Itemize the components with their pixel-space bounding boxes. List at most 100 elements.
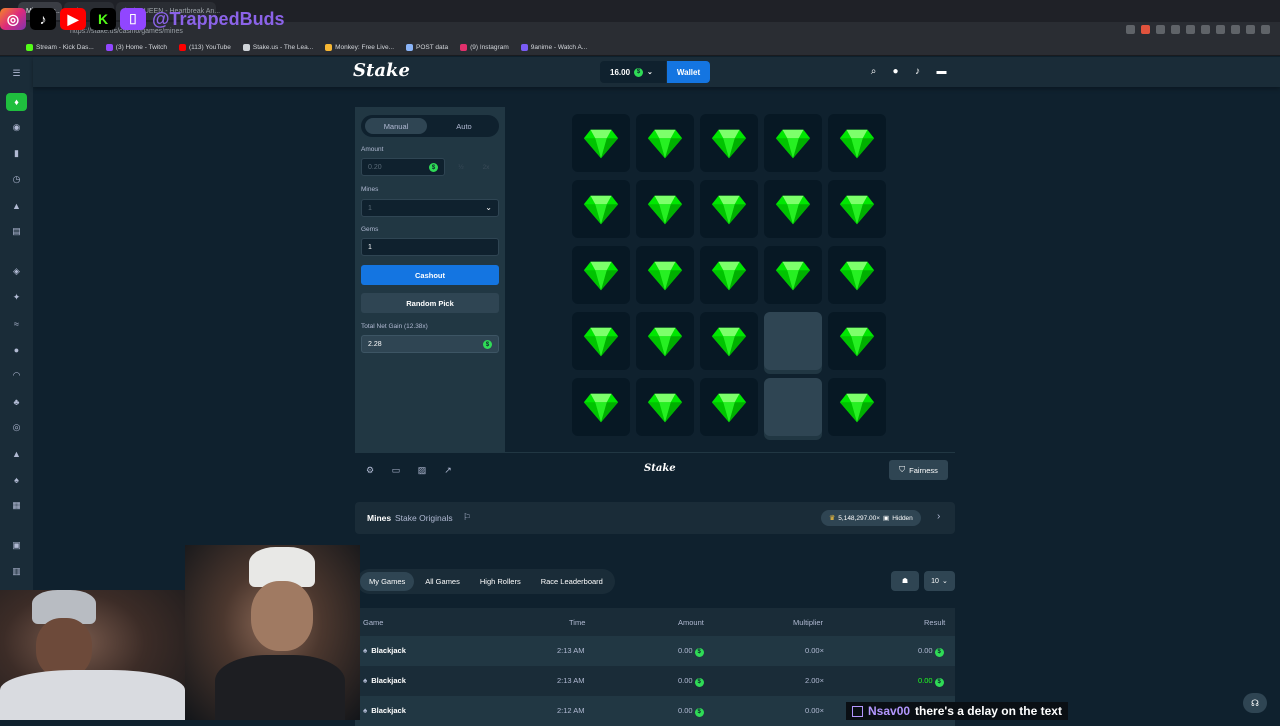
- mine-tile-gem[interactable]: [636, 246, 694, 304]
- blog-icon[interactable]: ▥: [11, 566, 22, 577]
- tab-high-rollers[interactable]: High Rollers: [471, 572, 530, 591]
- double-bet-button[interactable]: 2x: [474, 158, 498, 176]
- mine-tile-gem[interactable]: [828, 180, 886, 238]
- cell-game[interactable]: ♠ Blackjack: [363, 646, 406, 655]
- row-count-select[interactable]: 10 ⌄: [924, 571, 955, 591]
- mine-tile-gem[interactable]: [764, 246, 822, 304]
- my-bets-icon[interactable]: ▤: [11, 226, 22, 237]
- cell-game[interactable]: ♠ Blackjack: [363, 706, 406, 715]
- new-releases-icon[interactable]: ✦: [11, 292, 22, 303]
- bookmark-twitch[interactable]: (3) Home - Twitch: [105, 44, 167, 51]
- table-row[interactable]: ♠ Blackjack 2:13 AM 0.00 $ 0.00× 0.00 $: [355, 636, 955, 666]
- mine-tile-gem[interactable]: [828, 312, 886, 370]
- ghost-mode-button[interactable]: ☗: [891, 571, 919, 591]
- chevron-right-icon[interactable]: ›: [937, 511, 940, 522]
- exclusives-icon[interactable]: ●: [11, 344, 22, 355]
- mine-tile-gem[interactable]: [636, 180, 694, 238]
- net-gain-label: Total Net Gain (12.38x): [361, 323, 428, 330]
- gem-icon: [839, 261, 875, 291]
- search-icon[interactable]: ⌕: [868, 66, 879, 77]
- cell-game[interactable]: ♠ Blackjack: [363, 676, 406, 685]
- bookmark-monkey[interactable]: Monkey: Free Live...: [325, 44, 394, 51]
- extension-icon[interactable]: [1141, 25, 1150, 34]
- extension-icon[interactable]: [1201, 25, 1210, 34]
- mine-tile-hidden[interactable]: [764, 378, 822, 436]
- tab-race-leaderboard[interactable]: Race Leaderboard: [532, 572, 612, 591]
- bookmark-icon[interactable]: ⚐: [463, 512, 471, 523]
- bell-icon[interactable]: ♪: [912, 66, 923, 77]
- tab-my-games[interactable]: My Games: [360, 572, 415, 591]
- extension-icon[interactable]: [1231, 25, 1240, 34]
- random-pick-button[interactable]: Random Pick: [361, 293, 499, 313]
- mine-tile-gem[interactable]: [572, 246, 630, 304]
- mine-tile-gem[interactable]: [572, 114, 630, 172]
- bookmark-instagram[interactable]: (9) Instagram: [460, 44, 509, 51]
- mine-tile-gem[interactable]: [636, 378, 694, 436]
- roulette-icon[interactable]: ◎: [11, 422, 22, 433]
- mine-tile-gem[interactable]: [700, 180, 758, 238]
- providers-icon[interactable]: ▦: [11, 500, 22, 511]
- fairness-button[interactable]: ⛉ Fairness: [889, 460, 948, 480]
- balance-selector[interactable]: 16.00 $ ⌄: [600, 61, 666, 83]
- mine-tile-gem[interactable]: [700, 378, 758, 436]
- mine-tile-hidden[interactable]: [764, 312, 822, 370]
- mine-tile-gem[interactable]: [572, 180, 630, 238]
- mines-select[interactable]: 1 ⌄: [361, 199, 499, 217]
- extension-icon[interactable]: [1156, 25, 1165, 34]
- bookmark-stake[interactable]: Stake.us - The Lea...: [242, 44, 313, 51]
- menu-icon[interactable]: ☰: [11, 68, 22, 79]
- extension-icon[interactable]: [1126, 25, 1135, 34]
- half-bet-button[interactable]: ½: [449, 158, 473, 176]
- casino-icon[interactable]: ♦: [6, 93, 27, 111]
- chat-icon[interactable]: ▬: [936, 66, 947, 77]
- mine-tile-gem[interactable]: [572, 312, 630, 370]
- stats-icon[interactable]: ▨: [417, 465, 427, 475]
- mine-tile-gem[interactable]: [828, 378, 886, 436]
- bookmark-youtube[interactable]: (113) YouTube: [178, 44, 231, 51]
- bookmark-kick[interactable]: Stream - Kick Das...: [26, 44, 94, 51]
- table-games-icon[interactable]: ▲: [11, 448, 22, 459]
- recent-icon[interactable]: ◷: [11, 174, 22, 185]
- mine-tile-gem[interactable]: [572, 378, 630, 436]
- extension-icon[interactable]: [1246, 25, 1255, 34]
- mine-tile-gem[interactable]: [828, 246, 886, 304]
- live-stats-icon[interactable]: ↗: [443, 465, 453, 475]
- wallet-button[interactable]: Wallet: [667, 61, 710, 83]
- user-icon[interactable]: ●: [890, 66, 901, 77]
- mine-tile-gem[interactable]: [700, 312, 758, 370]
- table-row[interactable]: ♠ Blackjack 2:13 AM 0.00 $ 2.00× 0.00 $: [355, 666, 955, 696]
- mine-tile-gem[interactable]: [828, 114, 886, 172]
- settings-icon[interactable]: ⚙: [365, 465, 375, 475]
- bookmark-9anime[interactable]: 9anime - Watch A...: [520, 44, 587, 51]
- blackjack-icon[interactable]: ♠: [11, 474, 22, 485]
- tab-auto[interactable]: Auto: [433, 118, 495, 134]
- game-info-bar[interactable]: Mines Stake Originals ⚐ ♛ 5,148,297.00× …: [355, 502, 955, 534]
- cashout-button[interactable]: Cashout: [361, 265, 499, 285]
- tab-all-games[interactable]: All Games: [416, 572, 469, 591]
- originals-icon[interactable]: ◉: [11, 122, 22, 133]
- extension-icon[interactable]: [1186, 25, 1195, 34]
- favourites-icon[interactable]: ▮: [11, 148, 22, 159]
- mine-tile-gem[interactable]: [636, 114, 694, 172]
- extension-icon[interactable]: [1261, 25, 1270, 34]
- trending-icon[interactable]: ≈: [11, 318, 22, 329]
- tab-manual[interactable]: Manual: [365, 118, 427, 134]
- stake-logo[interactable]: Stake: [353, 60, 410, 81]
- theatre-mode-icon[interactable]: ▭: [391, 465, 401, 475]
- live-casino-icon[interactable]: ◠: [11, 370, 22, 381]
- promotions-icon[interactable]: ▣: [11, 540, 22, 551]
- mine-tile-gem[interactable]: [700, 246, 758, 304]
- amount-input[interactable]: 0.20 $: [361, 158, 445, 176]
- challenges-icon[interactable]: ▲: [11, 200, 22, 211]
- extension-icon[interactable]: [1216, 25, 1225, 34]
- slots-icon[interactable]: ◈: [11, 266, 22, 277]
- gems-label: Gems: [361, 226, 379, 233]
- mine-tile-gem[interactable]: [764, 114, 822, 172]
- mine-tile-gem[interactable]: [764, 180, 822, 238]
- mine-tile-gem[interactable]: [636, 312, 694, 370]
- mine-tile-gem[interactable]: [700, 114, 758, 172]
- game-shows-icon[interactable]: ♣: [11, 396, 22, 407]
- bookmark-post-data[interactable]: POST data: [406, 44, 448, 51]
- support-chat-button[interactable]: ☊: [1243, 693, 1267, 713]
- extension-icon[interactable]: [1171, 25, 1180, 34]
